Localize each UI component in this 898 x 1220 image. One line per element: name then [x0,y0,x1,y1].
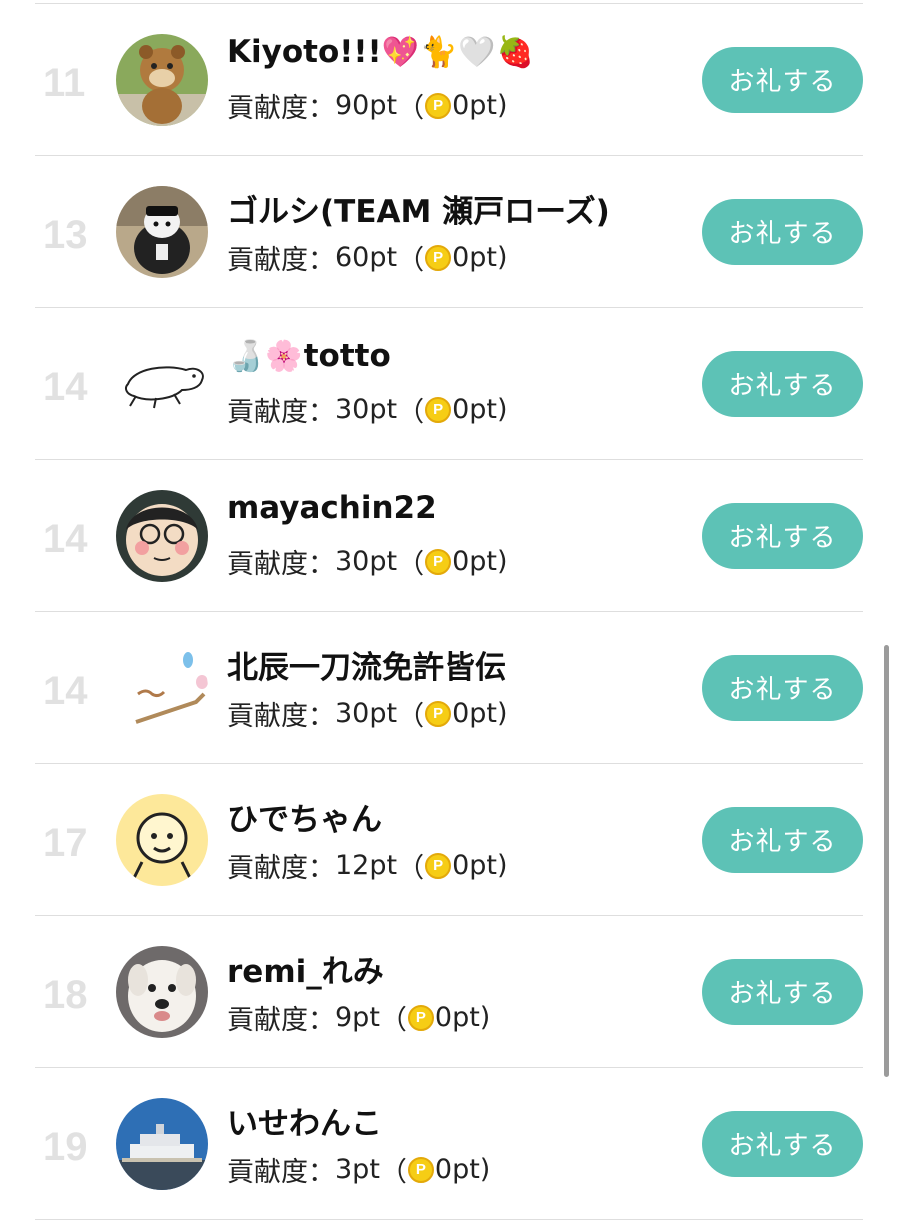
user-name[interactable]: ゴルシ(TEAM 瀬戸ローズ) [227,186,610,231]
user-name[interactable]: Kiyoto!!!💖🐈🤍🍓 [227,34,535,70]
contribution-line: 貢献度： 12pt （P 0pt) [227,850,508,884]
rank-number: 11 [43,60,86,105]
rank-number: 17 [43,820,88,865]
coin-icon: P [425,548,452,575]
coin-icon: P [425,852,452,879]
sketch-animal-avatar[interactable] [116,337,208,430]
list-item: 18 remi_れみ 貢献度： 9pt （P 0pt) お礼する [35,916,863,1068]
contribution-line: 貢献度： 90pt （P 0pt) [227,90,508,124]
thank-button[interactable]: お礼する [702,46,863,113]
list-item: 13 ゴルシ(TEAM 瀬戸ローズ) 貢献度： 60pt （P 0pt) お礼する [35,156,863,308]
rank-number: 14 [43,364,88,409]
user-name[interactable]: 🍶🌸totto [227,338,391,374]
ranking-list: 11 Kiyoto!!!💖🐈🤍🍓 貢献度： 90pt （P 0pt) お礼する 13 [35,4,863,1220]
thank-button[interactable]: お礼する [702,198,863,265]
list-item: 14 🍶🌸totto 貢献度： 30pt （P 0pt) お礼する [35,308,863,460]
contribution-line: 貢献度： 30pt （P 0pt) [227,698,508,732]
user-name[interactable]: remi_れみ [227,946,384,991]
list-item: 17 ひでちゃん 貢献度： 12pt （P 0pt) お礼する [35,764,863,916]
contribution-line: 貢献度： 60pt （P 0pt) [227,242,508,276]
ship-photo-avatar[interactable] [116,1097,208,1190]
contribution-line: 貢献度： 9pt （P 0pt) [227,1002,491,1036]
sketch-brush-avatar[interactable] [116,641,208,734]
coin-icon: P [425,700,452,727]
horse-plush-avatar[interactable] [116,185,208,278]
list-item: 14 mayachin22 貢献度： 30pt （P 0pt) お礼する [35,460,863,612]
rank-number: 14 [43,668,88,713]
user-name[interactable]: ひでちゃん [227,794,382,839]
lion-mascot-avatar[interactable] [116,33,208,126]
coin-icon: P [425,92,452,119]
contribution-line: 貢献度： 30pt （P 0pt) [227,546,508,580]
thank-button[interactable]: お礼する [702,1110,863,1177]
smiley-face-avatar[interactable] [116,793,208,886]
scrollbar[interactable] [884,645,889,1077]
user-name[interactable]: 北辰一刀流免許皆伝 [227,642,506,687]
list-item: 11 Kiyoto!!!💖🐈🤍🍓 貢献度： 90pt （P 0pt) お礼する [35,4,863,156]
contribution-line: 貢献度： 30pt （P 0pt) [227,394,508,428]
thank-button[interactable]: お礼する [702,654,863,721]
rank-number: 13 [43,212,88,257]
list-item: 14 北辰一刀流免許皆伝 貢献度： 30pt （P 0pt) お礼する [35,612,863,764]
glasses-face-avatar[interactable] [116,489,208,582]
contribution-line: 貢献度： 3pt （P 0pt) [227,1154,491,1188]
coin-icon: P [407,1004,434,1031]
coin-icon: P [425,396,452,423]
coin-icon: P [407,1156,434,1183]
rank-number: 14 [43,516,88,561]
emoji-decoration: 💖🐈🤍🍓 [381,35,536,70]
coin-icon: P [425,244,452,271]
dog-photo-avatar[interactable] [116,945,208,1038]
emoji-decoration: 🍶🌸 [227,339,304,374]
thank-button[interactable]: お礼する [702,502,863,569]
thank-button[interactable]: お礼する [702,958,863,1025]
list-item: 19 いせわんこ 貢献度： 3pt （P 0pt) お礼する [35,1068,863,1220]
thank-button[interactable]: お礼する [702,806,863,873]
rank-number: 18 [43,972,88,1017]
user-name[interactable]: mayachin22 [227,490,437,526]
thank-button[interactable]: お礼する [702,350,863,417]
user-name[interactable]: いせわんこ [227,1098,382,1143]
rank-number: 19 [43,1124,88,1169]
